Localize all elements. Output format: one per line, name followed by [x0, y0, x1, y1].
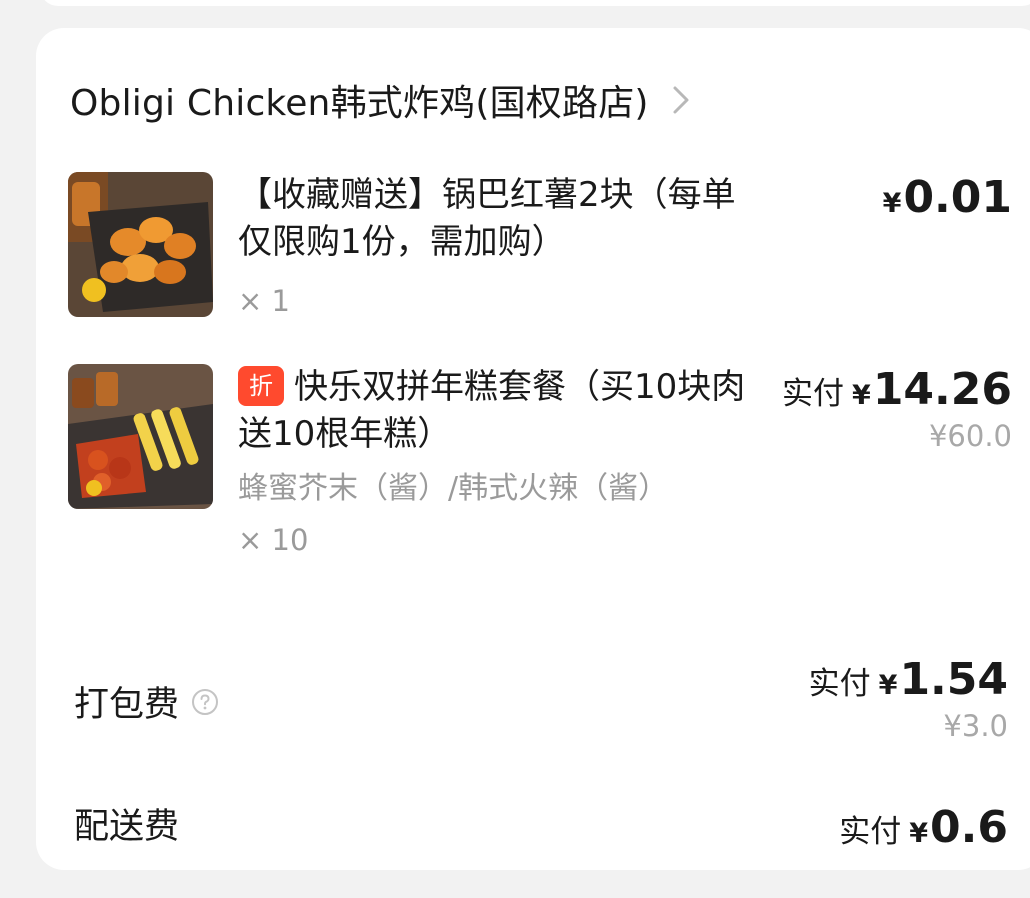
currency-symbol: ¥	[882, 188, 902, 219]
price-amount: 1.54	[899, 654, 1008, 705]
paid-label: 实付	[808, 666, 871, 702]
paid-label: 实付	[839, 814, 902, 850]
discount-tag: 折	[238, 366, 284, 406]
paid-label: 实付	[782, 376, 845, 412]
original-price: ¥3.0	[943, 709, 1008, 743]
packaging-fee-price: 实付 ¥1.54 ¥3.0	[809, 654, 1008, 743]
item-quantity: × 1	[238, 284, 290, 318]
item-price: ¥0.01	[875, 172, 1012, 223]
order-item: 折快乐双拼年糕套餐（买10块肉送10根年糕） 蜂蜜芥末（酱）/韩式火辣（酱） ×…	[68, 364, 1012, 614]
price-amount: 14.26	[872, 364, 1012, 415]
price-amount: 0.01	[903, 172, 1012, 223]
item-title: 折快乐双拼年糕套餐（买10块肉送10根年糕）	[238, 364, 758, 458]
fee-label-text: 打包费	[74, 685, 180, 725]
fee-label-text: 配送费	[74, 807, 180, 847]
item-info: 【收藏赠送】锅巴红薯2块（每单仅限购1份，需加购） × 1	[238, 172, 758, 318]
store-header[interactable]: Obligi Chicken韩式炸鸡(国权路店)	[70, 74, 691, 126]
item-title: 【收藏赠送】锅巴红薯2块（每单仅限购1份，需加购）	[238, 175, 736, 262]
order-item: 【收藏赠送】锅巴红薯2块（每单仅限购1份，需加购） × 1 ¥0.01	[68, 172, 1012, 322]
store-name[interactable]: Obligi Chicken韩式炸鸡(国权路店)	[70, 74, 649, 126]
food-image-sweet-potato	[68, 172, 213, 317]
item-title-text: 快乐双拼年糕套餐（买10块肉送10根年糕）	[238, 367, 746, 454]
item-price: 实付 ¥14.26 ¥60.0	[782, 364, 1012, 453]
item-spec: 蜂蜜芥末（酱）/韩式火辣（酱）	[238, 471, 669, 506]
item-info: 折快乐双拼年糕套餐（买10块肉送10根年糕） 蜂蜜芥末（酱）/韩式火辣（酱） ×…	[238, 364, 758, 557]
previous-card	[40, 0, 1030, 6]
currency-symbol: ¥	[909, 818, 929, 849]
order-card: Obligi Chicken韩式炸鸡(国权路店) 【收藏赠送】锅巴红薯2块（每单…	[36, 28, 1030, 870]
packaging-fee-label: 打包费	[74, 676, 219, 727]
price-amount: 0.6	[930, 802, 1008, 853]
chevron-right-icon[interactable]	[671, 84, 691, 116]
food-image-rice-cake-combo	[68, 364, 213, 509]
help-icon[interactable]	[191, 688, 219, 716]
delivery-fee-label: 配送费	[74, 798, 179, 849]
original-price: ¥60.0	[928, 419, 1012, 453]
item-quantity: × 10	[238, 523, 309, 557]
currency-symbol: ¥	[878, 670, 898, 701]
delivery-fee-price: 实付 ¥0.6	[839, 802, 1008, 853]
currency-symbol: ¥	[852, 380, 871, 411]
